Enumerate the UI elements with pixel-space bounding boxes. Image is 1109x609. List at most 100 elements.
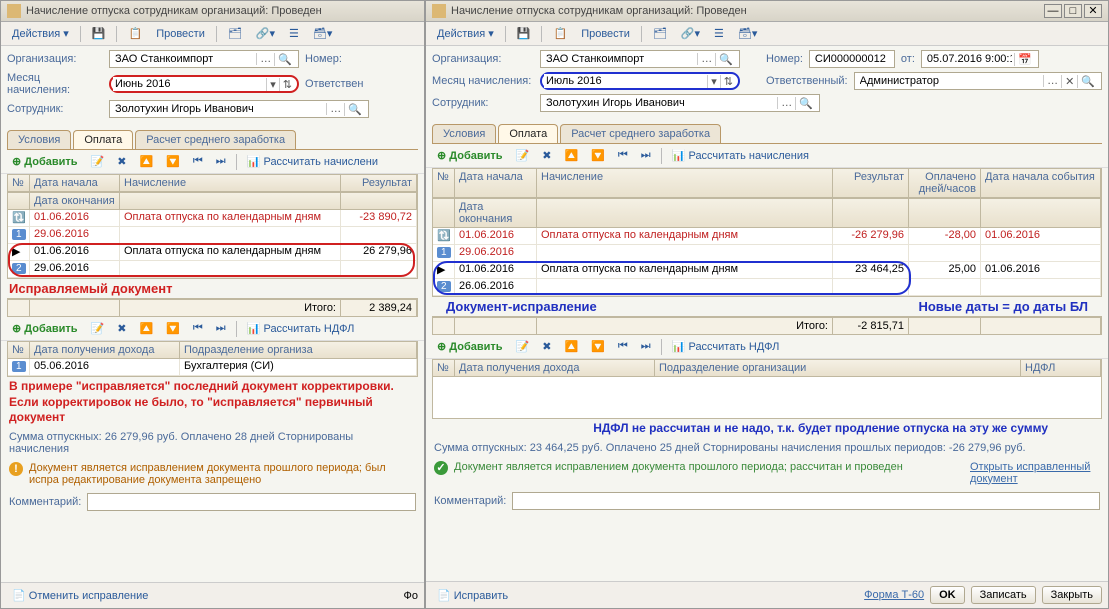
spinner-icon[interactable]: ⇅ [279, 78, 295, 91]
col-dstart[interactable]: Дата начала [30, 175, 120, 192]
ndfl-grid[interactable]: № Дата получения дохода Подразделение ор… [432, 359, 1102, 419]
col-dstart[interactable]: Дата начала [455, 169, 537, 198]
col-acc[interactable]: Начисление [120, 175, 341, 192]
form-t60-link[interactable]: Форма Т-60 [864, 589, 924, 601]
select-icon[interactable]: … [777, 97, 795, 109]
tool-icon[interactable]: ⏮ [188, 153, 208, 170]
col-paid[interactable]: Оплачено дней/часов [909, 169, 981, 198]
close-button[interactable]: Закрыть [1042, 586, 1102, 604]
tool-list-icon[interactable]: ☰ [284, 25, 304, 42]
calendar-icon[interactable]: 📅 [1014, 53, 1035, 66]
ndfl-grid[interactable]: № Дата получения дохода Подразделение ор… [7, 341, 418, 377]
col-acc[interactable]: Начисление [537, 169, 833, 198]
table-row[interactable]: ▶ 01.06.2016 Оплата отпуска по календарн… [8, 244, 417, 261]
table-row[interactable]: 1 29.06.2016 [433, 245, 1101, 262]
actions-menu[interactable]: Действия ▾ [432, 25, 499, 42]
tab-payment[interactable]: Оплата [73, 130, 133, 149]
tool-icon[interactable]: ⏮ [613, 147, 633, 164]
field-month[interactable]: ▾⇅ [109, 75, 299, 93]
select-icon[interactable]: … [1043, 75, 1061, 87]
col-n[interactable]: № [433, 360, 455, 377]
tool-icon[interactable]: ✖ [537, 147, 556, 164]
field-resp[interactable]: …✕🔍 [854, 72, 1102, 90]
tool-structure-icon[interactable]: 🗂 [223, 25, 247, 42]
tool-icon[interactable]: ⏮ [613, 338, 633, 355]
open-corrected-link[interactable]: Открыть исправленный документ [970, 461, 1100, 485]
col-ndfl[interactable]: НДФЛ [1021, 360, 1101, 377]
tool-list-icon[interactable]: ☰ [709, 25, 729, 42]
col-n[interactable]: № [433, 169, 455, 198]
tool-save-icon[interactable]: 💾 [87, 25, 111, 42]
lookup-icon[interactable]: 🔍 [795, 97, 816, 110]
add-button[interactable]: ⊕ Добавить [7, 153, 83, 170]
provesti-button[interactable]: Провести [151, 26, 210, 42]
accrual-grid[interactable]: № Дата начала Начисление Результат Оплач… [432, 168, 1102, 297]
tool-icon[interactable]: 🔽 [586, 338, 610, 355]
field-org[interactable]: …🔍 [109, 50, 299, 68]
dropdown-icon[interactable]: ▾ [266, 78, 279, 91]
accrual-grid[interactable]: № Дата начала Начисление Результат Дата … [7, 174, 418, 279]
tab-average[interactable]: Расчет среднего заработка [135, 130, 296, 149]
calc-ndfl-button[interactable]: 📊 Рассчитать НДФЛ [667, 338, 785, 355]
calc-button[interactable]: 📊 Рассчитать начисления [667, 147, 814, 164]
select-icon[interactable]: … [326, 103, 344, 115]
tool-icon[interactable]: ✖ [537, 338, 556, 355]
col-res[interactable]: Результат [341, 175, 417, 192]
provesti-button[interactable]: Провести [576, 26, 635, 42]
cancel-correction-button[interactable]: 📄 Отменить исправление [7, 587, 153, 604]
field-emp[interactable]: …🔍 [109, 100, 369, 118]
col-dept[interactable]: Подразделение организа [180, 342, 417, 359]
tool-icon[interactable]: 📝 [511, 338, 535, 355]
add-button[interactable]: ⊕ Добавить [432, 147, 508, 164]
table-row[interactable]: 1 29.06.2016 [8, 227, 417, 244]
add-button[interactable]: ⊕ Добавить [7, 320, 83, 337]
col-dend[interactable]: Дата окончания [455, 198, 537, 228]
col-event[interactable]: Дата начала события [981, 169, 1101, 198]
tool-tree-icon[interactable]: 🗃▾ [733, 25, 763, 42]
calc-button[interactable]: 📊 Рассчитать начислени [242, 153, 383, 170]
tool-structure-icon[interactable]: 🗂 [648, 25, 672, 42]
clear-icon[interactable]: ✕ [1061, 75, 1077, 88]
tool-link-icon[interactable]: 🔗▾ [251, 25, 280, 42]
col-dend[interactable]: Дата окончания [30, 192, 120, 210]
col-n[interactable]: № [8, 342, 30, 359]
ok-button[interactable]: OK [930, 586, 965, 604]
tool-icon[interactable]: 🔼 [134, 320, 158, 337]
calc-ndfl-button[interactable]: 📊 Рассчитать НДФЛ [242, 320, 360, 337]
tool-icon[interactable]: 📝 [86, 153, 110, 170]
field-emp[interactable]: …🔍 [540, 94, 820, 112]
lookup-icon[interactable]: 🔍 [274, 53, 295, 66]
table-row[interactable]: 🔃 01.06.2016 Оплата отпуска по календарн… [8, 210, 417, 227]
tool-icon[interactable]: 🔼 [559, 147, 583, 164]
field-comment[interactable] [512, 492, 1100, 510]
field-comment[interactable] [87, 493, 416, 511]
select-icon[interactable]: … [697, 53, 715, 65]
tool-icon[interactable]: 🔼 [559, 338, 583, 355]
lookup-icon[interactable]: 🔍 [344, 103, 365, 116]
close-button[interactable]: ✕ [1084, 4, 1102, 18]
table-row[interactable]: ▶ 01.06.2016 Оплата отпуска по календарн… [433, 262, 1101, 279]
col-dept[interactable]: Подразделение организации [655, 360, 1021, 377]
field-num[interactable] [809, 50, 895, 68]
table-row[interactable]: 🔃 01.06.2016 Оплата отпуска по календарн… [433, 228, 1101, 245]
add-button[interactable]: ⊕ Добавить [432, 338, 508, 355]
field-month[interactable]: ▾⇅ [540, 72, 740, 90]
actions-menu[interactable]: Действия ▾ [7, 25, 74, 42]
lookup-icon[interactable]: 🔍 [1077, 75, 1098, 88]
table-row[interactable]: 1 05.06.2016 Бухгалтерия (СИ) [8, 359, 417, 376]
spinner-icon[interactable]: ⇅ [720, 75, 736, 88]
tool-icon[interactable]: 🔼 [134, 153, 158, 170]
tool-icon[interactable]: ✖ [112, 153, 131, 170]
tool-icon[interactable]: 🔽 [586, 147, 610, 164]
tool-save-icon[interactable]: 💾 [512, 25, 536, 42]
lookup-icon[interactable]: 🔍 [715, 53, 736, 66]
tool-icon[interactable]: ⏮ [188, 320, 208, 337]
tool-icon[interactable]: ⏭ [211, 320, 231, 337]
tool-icon[interactable]: ⏭ [211, 153, 231, 170]
minimize-button[interactable]: — [1044, 4, 1062, 18]
tool-icon[interactable]: 🔽 [161, 320, 185, 337]
save-button[interactable]: Записать [971, 586, 1036, 604]
table-row[interactable]: 2 29.06.2016 [8, 261, 417, 278]
col-date[interactable]: Дата получения дохода [30, 342, 180, 359]
tool-icon[interactable]: ⏭ [636, 147, 656, 164]
